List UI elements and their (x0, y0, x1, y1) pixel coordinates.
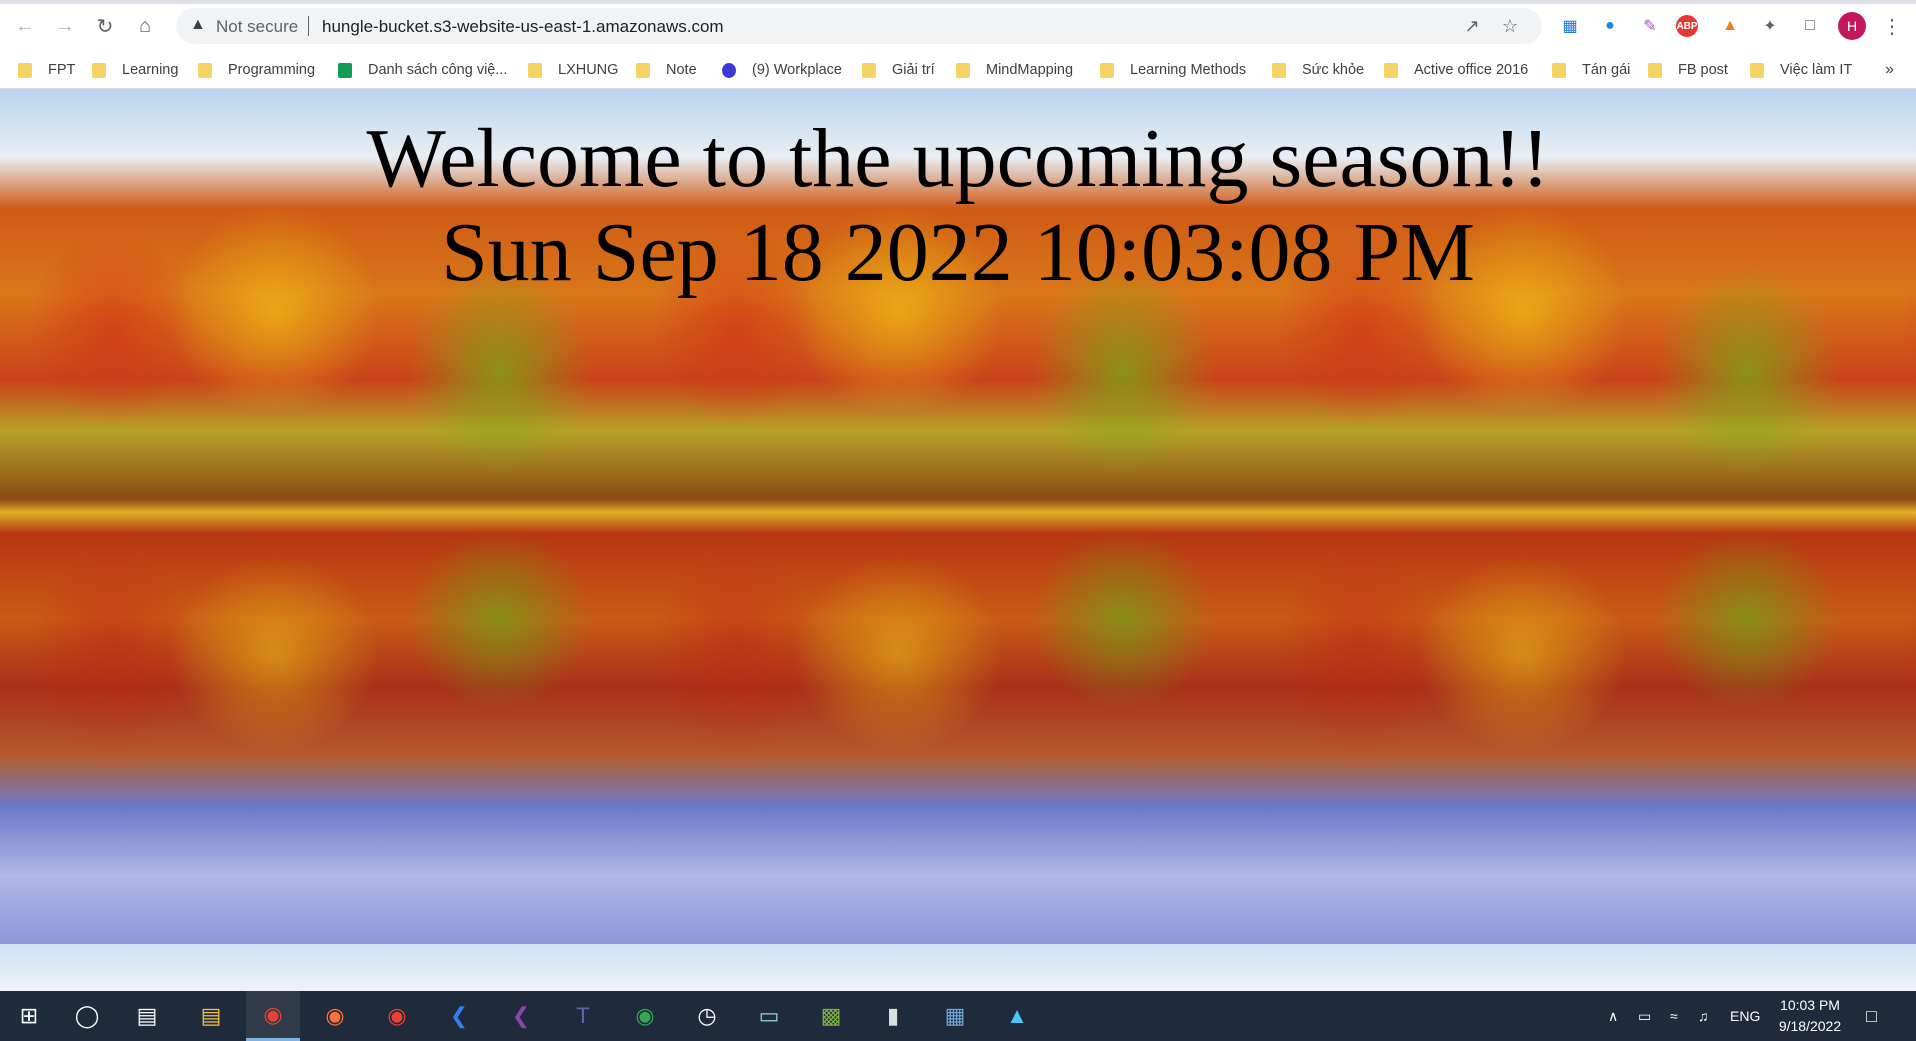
url-text[interactable]: hungle-bucket.s3-website-us-east-1.amazo… (322, 17, 724, 37)
separator (308, 16, 309, 36)
bookmark-item[interactable]: Learning Methods (1100, 52, 1246, 88)
tab-strip (0, 0, 1916, 4)
bookmark-item[interactable]: Active office 2016 (1384, 52, 1528, 88)
folder-icon (1272, 62, 1286, 78)
background-image-tile (1248, 944, 1872, 991)
bookmark-star-icon[interactable]: ☆ (1498, 14, 1522, 38)
security-label[interactable]: Not secure (216, 17, 298, 37)
side-panel-icon[interactable]: □ (1796, 12, 1824, 40)
folder-icon (1100, 62, 1114, 78)
folder-icon (92, 62, 106, 78)
web-page: Welcome to the upcoming season!! Sun Sep… (0, 89, 1916, 991)
current-datetime: Sun Sep 18 2022 10:03:08 PM (441, 206, 1475, 299)
adblock-extension-icon[interactable]: ABP (1676, 15, 1698, 37)
pen-extension-icon[interactable]: ✎ (1636, 12, 1664, 40)
bookmark-item[interactable]: Tán gái (1552, 52, 1630, 88)
water-drop-extension-icon[interactable]: ● (1596, 12, 1624, 40)
bookmark-item[interactable]: FB post (1648, 52, 1728, 88)
workplace-icon (722, 62, 736, 78)
metamask-fox-icon[interactable]: ▲ (1716, 12, 1744, 40)
chrome-icon[interactable]: ◉ (246, 991, 300, 1041)
bookmark-item[interactable]: Giải trí (862, 52, 935, 88)
clock-time: 10:03 PM (1780, 997, 1840, 1013)
windows-start-icon[interactable]: ⊞ (2, 991, 56, 1041)
search-circle-icon[interactable]: ◯ (60, 991, 114, 1041)
back-icon[interactable]: ← (12, 13, 38, 39)
bookmark-item[interactable]: Note (636, 52, 697, 88)
bookmark-item[interactable]: Danh sách công việ... (338, 52, 507, 88)
bookmark-item[interactable]: (9) Workplace (722, 52, 842, 88)
folder-icon (636, 62, 650, 78)
bookmark-item[interactable]: FPT (18, 52, 75, 88)
bookmarks-bar: FPT Learning Programming Danh sách công … (0, 52, 1916, 89)
bookmarks-overflow-button[interactable]: » (1885, 52, 1894, 88)
bookmark-item[interactable]: Programming (198, 52, 315, 88)
sheets-icon (338, 62, 352, 78)
folder-icon (198, 62, 212, 78)
taskbar-clock[interactable]: 10:03 PM 9/18/2022 (1762, 995, 1858, 1037)
menu-kebab-icon[interactable]: ⋮ (1878, 12, 1906, 40)
bookmark-item[interactable]: Sức khỏe (1272, 52, 1364, 88)
bookmark-item[interactable]: MindMapping (956, 52, 1073, 88)
folder-icon (1750, 62, 1764, 78)
folder-icon (528, 62, 542, 78)
extensions-puzzle-icon[interactable]: ✦ (1756, 12, 1784, 40)
translate-extension-icon[interactable]: ▦ (1556, 12, 1584, 40)
background-image-tile (624, 944, 1248, 991)
wifi-icon[interactable]: ≈ (1670, 991, 1678, 1041)
home-icon[interactable]: ⌂ (132, 13, 158, 39)
teams-icon[interactable]: T (556, 991, 610, 1041)
folder-icon (1552, 62, 1566, 78)
background-image-tile (0, 944, 624, 991)
folder-icon (862, 62, 876, 78)
photos-icon[interactable]: ▲ (990, 991, 1044, 1041)
task-view-icon[interactable]: ▤ (120, 991, 174, 1041)
address-bar[interactable]: ▲ Not secure hungle-bucket.s3-website-us… (176, 8, 1542, 44)
clock-date: 9/18/2022 (1778, 1018, 1842, 1034)
warning-icon[interactable]: ▲ (190, 16, 210, 36)
bookmark-item[interactable]: Learning (92, 52, 178, 88)
profile-avatar[interactable]: H (1838, 12, 1866, 40)
image-editor-icon[interactable]: ▩ (804, 991, 858, 1041)
file-explorer-icon[interactable]: ▤ (184, 991, 238, 1041)
volume-icon[interactable]: ♫ (1698, 991, 1709, 1041)
share-icon[interactable]: ↗ (1460, 14, 1484, 38)
page-title: Welcome to the upcoming season!! (366, 112, 1550, 205)
folder-icon (18, 62, 32, 78)
folder-icon (1648, 62, 1662, 78)
notebook-icon[interactable]: ▭ (742, 991, 796, 1041)
background-image-tile (1872, 944, 1916, 991)
tray-chevron-icon[interactable]: ∧ (1608, 991, 1618, 1041)
notification-icon[interactable]: □ (1866, 991, 1877, 1041)
browser-toolbar: ← → ↻ ⌂ ▲ Not secure hungle-bucket.s3-we… (0, 0, 1916, 52)
visual-studio-icon[interactable]: ❮ (494, 991, 548, 1041)
chrome-alt-icon[interactable]: ◉ (618, 991, 672, 1041)
battery-icon[interactable]: ▭ (1638, 991, 1651, 1041)
folder-icon (956, 62, 970, 78)
forward-icon[interactable]: → (52, 13, 78, 39)
terminal-icon[interactable]: ▮ (866, 991, 920, 1041)
folder-icon (1384, 62, 1398, 78)
windows-taskbar: ⊞ ◯ ▤ ▤ ◉ ◉ ◉ ❮ ❮ T ◉ ◷ ▭ ▩ ▮ ▦ ▲ ∧ ▭ ≈ … (0, 991, 1916, 1041)
firefox-icon[interactable]: ◉ (308, 991, 362, 1041)
network-tool-icon[interactable]: ▦ (928, 991, 982, 1041)
language-indicator[interactable]: ENG (1730, 991, 1760, 1041)
chrome-profile-icon[interactable]: ◉ (370, 991, 424, 1041)
clock-app-icon[interactable]: ◷ (680, 991, 734, 1041)
reload-icon[interactable]: ↻ (92, 13, 118, 39)
bookmark-item[interactable]: Việc làm IT (1750, 52, 1852, 88)
vscode-icon[interactable]: ❮ (432, 991, 486, 1041)
bookmark-item[interactable]: LXHUNG (528, 52, 618, 88)
